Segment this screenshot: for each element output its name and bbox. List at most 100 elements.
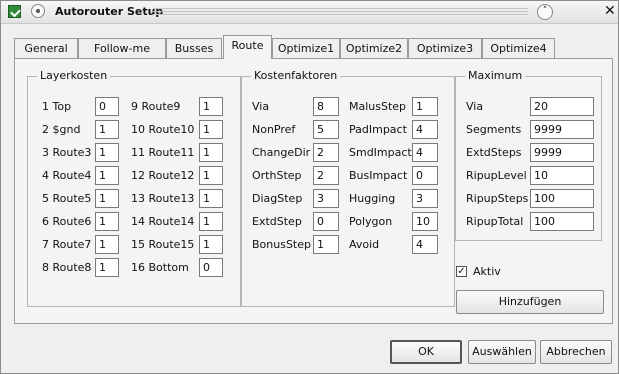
layer-cost-14-label: 14 Route14	[131, 215, 195, 228]
layer-cost-9-input[interactable]: 1	[199, 97, 223, 116]
layer-cost-2-label: 2 $gnd	[42, 123, 81, 136]
layer-cost-10-label: 10 Route10	[131, 123, 195, 136]
layer-cost-13-input[interactable]: 1	[199, 189, 223, 208]
layer-cost-5-label: 5 Route5	[42, 192, 92, 205]
cost-factor-polygon-input[interactable]: 10	[412, 212, 438, 231]
layer-cost-14-input[interactable]: 1	[199, 212, 223, 231]
layer-cost-2-input[interactable]: 1	[95, 120, 119, 139]
ok-button[interactable]: OK	[390, 340, 462, 364]
cost-factor-extdstep-input[interactable]: 0	[313, 212, 339, 231]
layer-cost-16-label: 16 Bottom	[131, 261, 189, 274]
cost-factor-padimpact-label: PadImpact	[349, 123, 407, 136]
cost-factor-avoid-input[interactable]: 4	[412, 235, 438, 254]
layer-cost-9-label: 9 Route9	[131, 100, 181, 113]
cost-factor-hugging-input[interactable]: 3	[412, 189, 438, 208]
layer-cost-3-label: 3 Route3	[42, 146, 92, 159]
cost-factor-diagstep-label: DiagStep	[252, 192, 303, 205]
maximum-ripuptotal-input[interactable]: 100	[530, 212, 594, 231]
cost-factor-smdimpact-input[interactable]: 4	[412, 143, 438, 162]
layer-cost-1-input[interactable]: 0	[95, 97, 119, 116]
layer-cost-16-input[interactable]: 0	[199, 258, 223, 277]
maximum-title: Maximum	[465, 69, 526, 82]
tab-optimize2[interactable]: Optimize2	[340, 38, 408, 58]
aktiv-label[interactable]: Aktiv	[473, 265, 501, 278]
select-button[interactable]: Auswählen	[468, 340, 536, 364]
cost-factor-diagstep-input[interactable]: 3	[313, 189, 339, 208]
cost-factor-extdstep-label: ExtdStep	[252, 215, 302, 228]
cost-factor-bonusstep-input[interactable]: 1	[313, 235, 339, 254]
cost-factor-via-label: Via	[252, 100, 270, 113]
tab-optimize4[interactable]: Optimize4	[482, 38, 555, 58]
tab-general[interactable]: General	[14, 38, 78, 58]
maximum-ripuplevel-label: RipupLevel	[466, 169, 527, 182]
maximum-segments-label: Segments	[466, 123, 522, 136]
cost-factor-changedir-input[interactable]: 2	[313, 143, 339, 162]
maximum-extdsteps-input[interactable]: 9999	[530, 143, 594, 162]
cost-factor-nonpref-label: NonPref	[252, 123, 296, 136]
window-title: Autorouter Setup	[55, 5, 164, 18]
cost-factor-polygon-label: Polygon	[349, 215, 393, 228]
add-button[interactable]: Hinzufügen	[456, 290, 604, 314]
cost-factor-busimpact-input[interactable]: 0	[412, 166, 438, 185]
cost-factor-malusstep-input[interactable]: 1	[412, 97, 438, 116]
cost-factor-orthstep-input[interactable]: 2	[313, 166, 339, 185]
maximum-via-label: Via	[466, 100, 484, 113]
aktiv-checkbox[interactable]: ✓	[456, 266, 467, 277]
app-icon	[8, 5, 21, 18]
cost-factor-nonpref-input[interactable]: 5	[313, 120, 339, 139]
cost-factor-changedir-label: ChangeDir	[252, 146, 311, 159]
cost-factor-avoid-label: Avoid	[349, 238, 380, 251]
cost-factor-malusstep-label: MalusStep	[349, 100, 407, 113]
layer-cost-15-input[interactable]: 1	[199, 235, 223, 254]
window-menu-icon[interactable]	[31, 4, 45, 18]
layer-cost-13-label: 13 Route13	[131, 192, 195, 205]
layerkosten-group: Layerkosten 1 Top 0 2 $gnd 1 3 Route3 1 4 Rout…	[27, 69, 241, 307]
layerkosten-title: Layerkosten	[37, 69, 111, 82]
cost-factor-orthstep-label: OrthStep	[252, 169, 302, 182]
title-bar-grip	[153, 8, 528, 15]
cost-factor-hugging-label: Hugging	[349, 192, 396, 205]
tab-route[interactable]: Route	[223, 35, 272, 59]
layer-cost-10-input[interactable]: 1	[199, 120, 223, 139]
cancel-button[interactable]: Abbrechen	[540, 340, 612, 364]
cost-factor-busimpact-label: BusImpact	[349, 169, 408, 182]
layer-cost-1-label: 1 Top	[42, 100, 72, 113]
tab-follow-me[interactable]: Follow-me	[78, 38, 166, 58]
layer-cost-12-input[interactable]: 1	[199, 166, 223, 185]
layer-cost-6-label: 6 Route6	[42, 215, 92, 228]
layer-cost-7-label: 7 Route7	[42, 238, 92, 251]
layer-cost-11-input[interactable]: 1	[199, 143, 223, 162]
cost-factor-bonusstep-label: BonusStep	[252, 238, 311, 251]
maximum-group: Maximum Via 20 Segments 9999 ExtdSteps 9999 Ri…	[455, 69, 602, 241]
maximum-ripupsteps-label: RipupSteps	[466, 192, 529, 205]
layer-cost-8-label: 8 Route8	[42, 261, 92, 274]
route-tab-panel: Layerkosten 1 Top 0 2 $gnd 1 3 Route3 1 4 Rout…	[14, 58, 613, 324]
maximum-ripuplevel-input[interactable]: 10	[530, 166, 594, 185]
layer-cost-3-input[interactable]: 1	[95, 143, 119, 162]
layer-cost-5-input[interactable]: 1	[95, 189, 119, 208]
maximum-extdsteps-label: ExtdSteps	[466, 146, 522, 159]
layer-cost-4-input[interactable]: 1	[95, 166, 119, 185]
maximum-segments-input[interactable]: 9999	[530, 120, 594, 139]
cost-factor-smdimpact-label: SmdImpact	[349, 146, 412, 159]
maximum-via-input[interactable]: 20	[530, 97, 594, 116]
layer-cost-8-input[interactable]: 1	[95, 258, 119, 277]
layer-cost-15-label: 15 Route15	[131, 238, 195, 251]
cost-factor-padimpact-input[interactable]: 4	[412, 120, 438, 139]
chevron-up-icon[interactable]: ˄	[537, 4, 553, 20]
tab-optimize3[interactable]: Optimize3	[408, 38, 482, 58]
cost-factor-via-input[interactable]: 8	[313, 97, 339, 116]
kostenfaktoren-title: Kostenfaktoren	[251, 69, 341, 82]
layer-cost-6-input[interactable]: 1	[95, 212, 119, 231]
autorouter-setup-dialog: Autorouter Setup ˄ ✕ General Follow-me B…	[0, 0, 619, 374]
title-bar[interactable]: Autorouter Setup ˄ ✕	[1, 1, 618, 24]
close-icon[interactable]: ✕	[604, 3, 616, 19]
layer-cost-4-label: 4 Route4	[42, 169, 92, 182]
maximum-ripupsteps-input[interactable]: 100	[530, 189, 594, 208]
kostenfaktoren-group: Kostenfaktoren Via 8 NonPref 5 ChangeDir 2 Ort…	[241, 69, 455, 307]
tab-optimize1[interactable]: Optimize1	[272, 38, 340, 58]
layer-cost-11-label: 11 Route11	[131, 146, 195, 159]
layer-cost-7-input[interactable]: 1	[95, 235, 119, 254]
tab-busses[interactable]: Busses	[166, 38, 222, 58]
maximum-ripuptotal-label: RipupTotal	[466, 215, 524, 228]
